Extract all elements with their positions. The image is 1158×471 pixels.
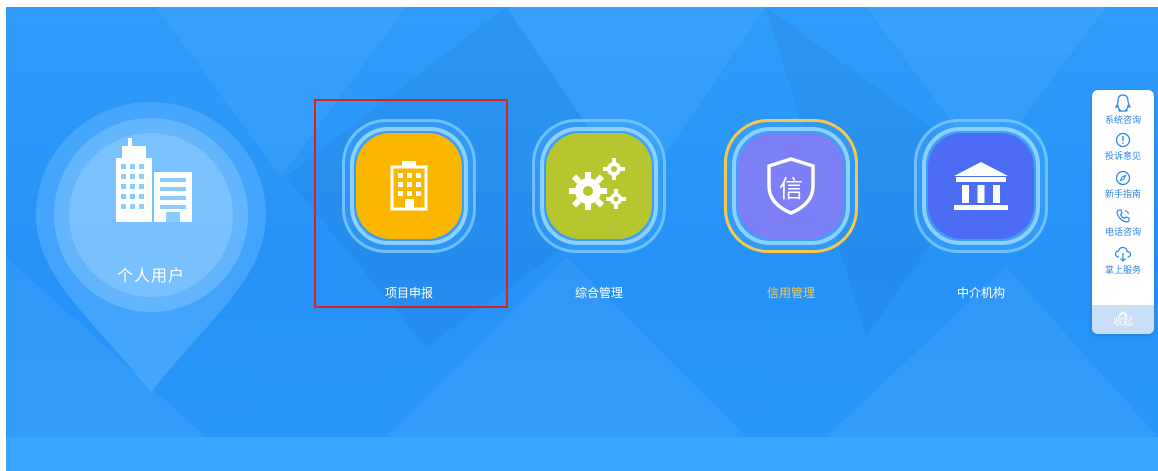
office-building-icon [116,138,192,222]
tile-intermediary-agency[interactable]: 中介机构 [908,119,1058,304]
phone-icon [1116,209,1130,223]
sidebar-item-system-consult[interactable]: 系统咨询 [1092,90,1154,128]
sidebar-item-label: 电话咨询 [1104,228,1141,238]
sidebar-item-label: 掌上服务 [1104,266,1141,276]
floating-service-toolbar: 系统咨询 投诉意见 新手指南 电话咨询 掌上服务 收起 [1092,90,1154,334]
institution-icon [954,162,1008,210]
footer-band [6,437,1158,471]
alert-icon [1115,132,1131,148]
portal-banner: 个人用户 项目申报 综合管理 信 信用管理 中介机构 系统咨询 投诉意见 新手指… [6,7,1158,471]
sidebar-item-complaint[interactable]: 投诉意见 [1092,128,1154,166]
user-type-pin[interactable]: 个人用户 [36,102,266,392]
gears-icon [569,158,626,210]
sidebar-item-label: 新手指南 [1104,190,1141,200]
tile-core [928,133,1034,239]
sidebar-item-phone-consult[interactable]: 电话咨询 [1092,204,1154,242]
tile-comprehensive-management[interactable]: 综合管理 [526,119,676,304]
sidebar-item-mobile-service[interactable]: 掌上服务 [1092,242,1154,280]
sidebar-collapse-button[interactable]: 收起 [1092,305,1154,334]
compass-icon [1115,170,1131,186]
tile-credit-management[interactable]: 信 信用管理 [718,119,868,304]
sidebar-item-label: 投诉意见 [1104,152,1141,162]
cloud-download-icon [1114,246,1132,262]
selection-highlight-box [314,99,508,308]
user-type-label: 个人用户 [116,266,185,285]
sidebar-item-beginner-guide[interactable]: 新手指南 [1092,166,1154,204]
collapse-label: 收起 [1113,317,1133,328]
sidebar-item-label: 系统咨询 [1104,116,1141,126]
tile-core [546,133,652,239]
tile-core: 信 [738,133,844,239]
tile-label: 综合管理 [574,286,623,300]
credit-glyph: 信 [779,174,803,203]
tile-label: 信用管理 [766,286,815,300]
tile-label: 中介机构 [956,286,1005,300]
qq-icon [1115,94,1131,112]
